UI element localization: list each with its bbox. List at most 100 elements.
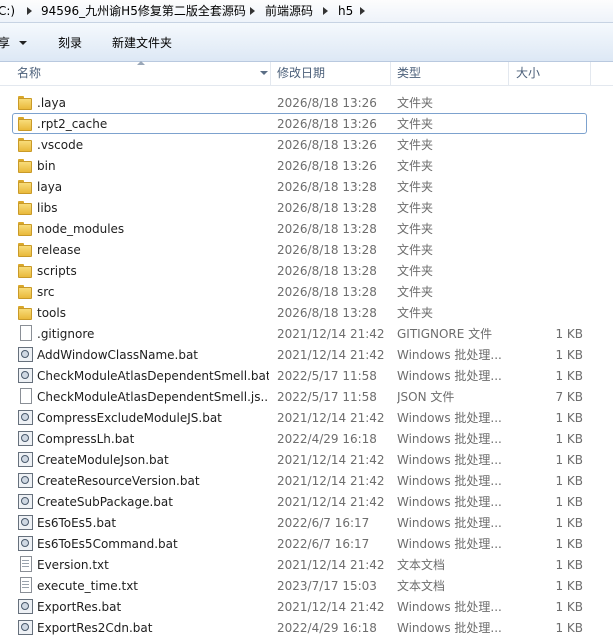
file-date: 2022/4/29 16:18: [277, 621, 377, 635]
file-row[interactable]: .rpt2_cache 2026/8/18 13:26 文件夹: [0, 113, 613, 134]
file-row[interactable]: .gitignore 2021/12/14 21:42 GITIGNORE 文件 1 …: [0, 323, 613, 344]
file-name: laya: [37, 180, 63, 194]
breadcrumb-item-frontend[interactable]: 前端源码: [265, 3, 313, 19]
column-divider[interactable]: [508, 62, 509, 85]
file-size: [512, 242, 583, 258]
column-divider[interactable]: [270, 62, 271, 85]
file-row[interactable]: Es6ToEs5Command.bat 2022/6/7 16:17 Windows…: [0, 533, 613, 554]
file-type: Windows 批处理...: [397, 474, 502, 488]
file-type: Windows 批处理...: [397, 516, 502, 530]
file-row[interactable]: CompressLh.bat 2022/4/29 16:18 Windows 批处理…: [0, 428, 613, 449]
file-row[interactable]: scripts 2026/8/18 13:28 文件夹: [0, 260, 613, 281]
column-type[interactable]: 类型: [397, 62, 421, 85]
file-row[interactable]: bin 2026/8/18 13:26 文件夹: [0, 155, 613, 176]
file-row[interactable]: .vscode 2026/8/18 13:26 文件夹: [0, 134, 613, 155]
file-date: 2026/8/18 13:28: [277, 180, 377, 194]
column-size[interactable]: 大小: [516, 62, 540, 85]
folder-icon: [17, 178, 33, 194]
file-row[interactable]: src 2026/8/18 13:28 文件夹: [0, 281, 613, 302]
breadcrumb-chevron-icon[interactable]: [26, 3, 34, 19]
batch-file-icon: [17, 493, 33, 509]
file-date: 2026/8/18 13:26: [277, 117, 377, 131]
breadcrumb-item-source[interactable]: 94596_九州谕H5修复第二版全套源码: [41, 3, 246, 19]
file-row[interactable]: CheckModuleAtlasDependentSmell.js... 2022…: [0, 386, 613, 407]
file-row[interactable]: node_modules 2026/8/18 13:28 文件夹: [0, 218, 613, 239]
column-divider[interactable]: [390, 62, 391, 85]
chevron-down-icon[interactable]: [19, 41, 27, 45]
file-row[interactable]: CompressExcludeModuleJS.bat 2021/12/14 21…: [0, 407, 613, 428]
file-row[interactable]: CheckModuleAtlasDependentSmell.bat 2022/5…: [0, 365, 613, 386]
file-size: [512, 305, 583, 321]
column-divider[interactable]: [590, 62, 591, 85]
folder-icon: [17, 241, 33, 257]
share-menu-button[interactable]: 享: [0, 35, 10, 51]
file-row[interactable]: libs 2026/8/18 13:28 文件夹: [0, 197, 613, 218]
file-type: 文本文档: [397, 579, 446, 593]
file-row[interactable]: release 2026/8/18 13:28 文件夹: [0, 239, 613, 260]
file-row[interactable]: .laya 2026/8/18 13:26 文件夹: [0, 92, 613, 113]
batch-file-icon: [17, 346, 33, 362]
file-name: CreateSubPackage.bat: [37, 495, 173, 509]
file-type: 文件夹: [397, 180, 434, 194]
folder-icon: [17, 157, 33, 173]
file-row[interactable]: CreateResourceVersion.bat 2021/12/14 21:4…: [0, 470, 613, 491]
folder-icon: [17, 304, 33, 320]
file-row[interactable]: laya 2026/8/18 13:28 文件夹: [0, 176, 613, 197]
file-row[interactable]: tools 2026/8/18 13:28 文件夹: [0, 302, 613, 323]
file-date: 2026/8/18 13:28: [277, 243, 377, 257]
file-type: 文件夹: [397, 285, 434, 299]
file-size: 1 KB: [555, 537, 583, 551]
file-name: node_modules: [37, 222, 125, 236]
file-row[interactable]: ExportRes2Cdn.bat 2022/4/29 16:18 Windows …: [0, 617, 613, 638]
breadcrumb-item-h5[interactable]: h5: [338, 3, 353, 19]
column-header: 名称 修改日期 类型 大小: [0, 61, 613, 86]
breadcrumb-chevron-icon[interactable]: [359, 3, 367, 19]
file-size: [512, 158, 583, 174]
file-name: .vscode: [37, 138, 84, 152]
file-date: 2021/12/14 21:42: [277, 558, 385, 572]
file-type: Windows 批处理...: [397, 537, 502, 551]
address-bar[interactable]: C:) 94596_九州谕H5修复第二版全套源码 前端源码 h5: [0, 0, 613, 23]
column-name[interactable]: 名称: [17, 62, 41, 85]
file-type: JSON 文件: [397, 390, 455, 404]
file-name: execute_time.txt: [37, 579, 139, 593]
file-row[interactable]: Es6ToEs5.bat 2022/6/7 16:17 Windows 批处理...…: [0, 512, 613, 533]
breadcrumb-root[interactable]: C:): [0, 3, 15, 19]
file-size: 1 KB: [555, 621, 583, 635]
file-type: 文件夹: [397, 138, 434, 152]
file-row[interactable]: Eversion.txt 2021/12/14 21:42 文本文档 1 KB: [0, 554, 613, 575]
column-date[interactable]: 修改日期: [277, 62, 325, 85]
file-type: Windows 批处理...: [397, 432, 502, 446]
column-filter-chevron-icon[interactable]: [260, 71, 268, 75]
file-date: 2021/12/14 21:42: [277, 600, 385, 614]
file-date: 2026/8/18 13:28: [277, 285, 377, 299]
file-date: 2026/8/18 13:26: [277, 96, 377, 110]
file-size: [512, 179, 583, 195]
file-name: CheckModuleAtlasDependentSmell.js...: [37, 390, 269, 404]
file-size: [512, 263, 583, 279]
file-name: CompressLh.bat: [37, 432, 135, 446]
file-row[interactable]: CreateModuleJson.bat 2021/12/14 21:42 Wind…: [0, 449, 613, 470]
batch-file-icon: [17, 514, 33, 530]
file-name: CreateResourceVersion.bat: [37, 474, 200, 488]
file-date: 2026/8/18 13:28: [277, 306, 377, 320]
file-row[interactable]: ExportRes.bat 2021/12/14 21:42 Windows 批处理…: [0, 596, 613, 617]
file-size: [512, 221, 583, 237]
file-size: 1 KB: [555, 600, 583, 614]
breadcrumb-chevron-icon[interactable]: [322, 3, 330, 19]
batch-file-icon: [17, 367, 33, 383]
breadcrumb-chevron-icon[interactable]: [249, 3, 257, 19]
file-size: 1 KB: [555, 579, 583, 593]
folder-icon: [17, 283, 33, 299]
new-folder-button[interactable]: 新建文件夹: [112, 35, 172, 51]
file-row[interactable]: CreateSubPackage.bat 2021/12/14 21:42 Wind…: [0, 491, 613, 512]
file-row[interactable]: AddWindowClassName.bat 2021/12/14 21:42 Wi…: [0, 344, 613, 365]
folder-icon: [17, 94, 33, 110]
file-date: 2021/12/14 21:42: [277, 495, 385, 509]
text-file-icon: [17, 577, 33, 593]
burn-button[interactable]: 刻录: [58, 35, 82, 51]
file-row[interactable]: execute_time.txt 2023/7/17 15:03 文本文档 1 KB: [0, 575, 613, 596]
file-type: 文件夹: [397, 243, 434, 257]
file-size: 1 KB: [555, 369, 583, 383]
file-type: Windows 批处理...: [397, 495, 502, 509]
